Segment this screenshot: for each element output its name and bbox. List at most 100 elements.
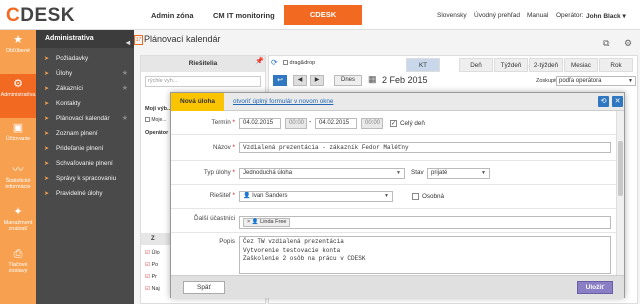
checkbox[interactable]: [145, 117, 150, 123]
calendar-icon: 17: [134, 35, 143, 45]
nav-cm-it[interactable]: CM IT monitoring: [213, 11, 275, 20]
back-arrow-icon[interactable]: ↩: [273, 75, 287, 86]
collapse-icon[interactable]: ◂: [126, 34, 130, 52]
new-window-icon[interactable]: ⧉: [603, 38, 609, 49]
personal-checkbox[interactable]: [412, 193, 419, 200]
arrow-icon: ➤: [44, 101, 50, 107]
row-type: Typ úlohy * Jednoduchá úloha ▼ Stav prija…: [171, 161, 616, 185]
modal-header: Nová úloha otvoriť úplný formulár v novo…: [171, 93, 624, 111]
briefcase-icon: ▣: [12, 122, 24, 134]
required-mark: *: [232, 119, 235, 126]
filter-item[interactable]: ☑ Naj: [145, 286, 160, 292]
menu-item-planning-calendar[interactable]: ➤ Plánovací kalendár ★: [36, 112, 134, 126]
operator-label: Operátor:: [556, 12, 584, 19]
filter-item[interactable]: ☑ Úlo: [145, 250, 160, 256]
menu-item-tasks[interactable]: ➤ Úlohy ★: [36, 67, 134, 81]
participants-input[interactable]: × 👤 Linda Free: [239, 216, 611, 229]
my-selection-item-label: Moje...: [151, 117, 167, 123]
state-select[interactable]: prijaté ▼: [427, 168, 490, 179]
calendar-date-icon[interactable]: ▦: [368, 74, 377, 85]
manual-link[interactable]: Manual: [527, 12, 548, 19]
settings-icon[interactable]: ⚙: [624, 38, 632, 49]
open-full-form-link[interactable]: otvoriť úplný formulár v novom okne: [233, 98, 333, 105]
resolvers-search-input[interactable]: rýchle vyh...: [145, 76, 261, 87]
time-from-input[interactable]: 00:00: [285, 118, 307, 129]
star-icon[interactable]: ★: [122, 67, 128, 81]
menu-item-customers[interactable]: ➤ Zákazníci ★: [36, 82, 134, 96]
operator-name-text: John Black: [586, 13, 621, 20]
filter-item[interactable]: ☑ Po: [145, 262, 158, 268]
prev-icon[interactable]: ◀: [293, 75, 307, 86]
date-to-input[interactable]: 04.02.2015: [315, 118, 357, 129]
row-description: Popis Čez TW vzdialená prezentácia Vytvo…: [171, 233, 616, 275]
menu-item-fulfillments[interactable]: ➤ Zoznam plnení: [36, 127, 134, 141]
today-button[interactable]: Dnes: [334, 75, 362, 86]
description-textarea[interactable]: Čez TW vzdialená prezentácia Vytvorenie …: [239, 236, 611, 274]
home-link[interactable]: Úvodný prehľad: [474, 12, 520, 19]
nav-admin-zone[interactable]: Admin zóna: [151, 11, 194, 20]
leftbar-print[interactable]: ⎙ Tlačové zostavy: [0, 244, 36, 288]
tab-day[interactable]: Deň: [459, 58, 493, 72]
resolver-select[interactable]: 👤 Ivan Sanders ▼: [239, 191, 393, 202]
logo[interactable]: CDESK: [6, 5, 75, 27]
checkbox[interactable]: [283, 60, 288, 66]
menu-item-contacts[interactable]: ➤ Kontakty: [36, 97, 134, 111]
leftbar-favorites[interactable]: ★ Obľúbené: [0, 30, 36, 74]
menu-item-recurring-tasks[interactable]: ➤ Pravidelné úlohy: [36, 187, 134, 201]
next-icon[interactable]: ▶: [310, 75, 324, 86]
star-icon[interactable]: ★: [122, 112, 128, 126]
lightbulb-icon: ✦: [13, 206, 23, 218]
row-termin: Termín * 04.02.2015 00:00 - 04.02.2015 0…: [171, 111, 616, 135]
back-button[interactable]: Späť: [183, 281, 225, 294]
save-button[interactable]: Uložiť: [577, 281, 613, 294]
menu-item-label: Zákazníci: [56, 85, 83, 92]
dragdrop-toggle[interactable]: drag&drop: [283, 60, 315, 66]
time-to-input[interactable]: 00:00: [361, 118, 383, 129]
my-selections-label: Moji výb...: [145, 106, 172, 112]
refresh-icon[interactable]: ⟳: [271, 58, 278, 67]
allday-checkbox[interactable]: ✓: [390, 120, 397, 127]
tab-kt[interactable]: KT: [406, 58, 440, 72]
menu-item-assign-fulfillments[interactable]: ➤ Prideľanie plnení: [36, 142, 134, 156]
pin-icon[interactable]: 📌: [255, 57, 264, 65]
menu-item-label: Úlohy: [56, 70, 73, 77]
close-icon[interactable]: ✕: [612, 96, 623, 107]
menu-item-label: Zoznam plnení: [56, 130, 98, 137]
participant-tag[interactable]: × 👤 Linda Free: [243, 218, 291, 227]
star-icon: ★: [13, 34, 23, 46]
date-from-input[interactable]: 04.02.2015: [239, 118, 281, 129]
name-input[interactable]: Vzdialená prezentácia - zákazník Fedor M…: [239, 142, 611, 153]
admin-menu: Administratíva ◂ ➤ Požiadavky ➤ Úlohy ★ ➤ Zák…: [36, 30, 134, 304]
remove-icon[interactable]: ×: [247, 219, 250, 225]
leftbar-administration[interactable]: ⚙ Administratíva: [0, 74, 36, 118]
arrow-icon: ➤: [44, 176, 50, 182]
maximize-icon[interactable]: ⟲: [598, 96, 609, 107]
tab-2week[interactable]: 2-týždeň: [529, 58, 563, 72]
group-select-value: podľa operátora: [559, 78, 602, 84]
leftbar-label: Manažment znalostí: [3, 220, 33, 232]
type-select[interactable]: Jednoduchá úloha ▼: [239, 168, 405, 179]
tab-year[interactable]: Rok: [599, 58, 633, 72]
description-line: Vytvorenie testovacie konta: [243, 246, 341, 254]
leftbar-knowledge[interactable]: ✦ Manažment znalostí: [0, 202, 36, 246]
date-separator: -: [309, 119, 312, 126]
left-icon-bar: ★ Obľúbené ⚙ Administratíva ▣ Účtovanie 〰 Št…: [0, 30, 36, 304]
leftbar-statistics[interactable]: 〰 Štatistické informácie: [0, 160, 36, 204]
nav-cdesk[interactable]: CDESK: [284, 5, 362, 25]
star-icon[interactable]: ★: [122, 82, 128, 96]
modal-scrollbar[interactable]: [616, 111, 624, 275]
operator-name[interactable]: John Black ▾: [586, 12, 626, 20]
my-selection-item[interactable]: Moje...: [145, 117, 166, 123]
menu-item-messages[interactable]: ➤ Správy k spracovaniu: [36, 172, 134, 186]
group-select[interactable]: podľa operátora ▼: [556, 76, 636, 86]
scrollbar-thumb[interactable]: [618, 141, 623, 196]
menu-item-approve-fulfillments[interactable]: ➤ Schvaľovanie plnení: [36, 157, 134, 171]
leftbar-label: Obľúbené: [5, 48, 31, 54]
leftbar-accounting[interactable]: ▣ Účtovanie: [0, 118, 36, 162]
tab-week[interactable]: Týždeň: [494, 58, 528, 72]
menu-item-requests[interactable]: ➤ Požiadavky: [36, 52, 134, 66]
language-link[interactable]: Slovensky: [437, 12, 467, 19]
tab-month[interactable]: Mesiac: [564, 58, 598, 72]
chevron-down-icon: ▼: [481, 170, 486, 176]
filter-item[interactable]: ☑ Pr: [145, 274, 157, 280]
